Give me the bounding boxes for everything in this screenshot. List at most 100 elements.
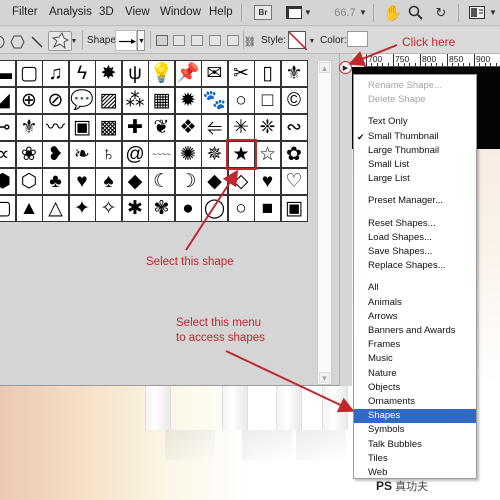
shape-thumbnail[interactable]: ♣	[42, 168, 69, 195]
shape-thumbnail[interactable]: ~~~~	[148, 141, 175, 168]
menu-item-reset-shapes[interactable]: Reset Shapes...	[354, 217, 476, 231]
shape-thumbnail[interactable]: ☽	[174, 168, 202, 195]
menu-item-preset-manager[interactable]: Preset Manager...	[354, 194, 476, 208]
shape-thumbnail[interactable]: ❥	[42, 141, 69, 168]
shape-thumbnail[interactable]: ϟ	[68, 60, 96, 87]
zoom-dropdown-icon[interactable]: ▼	[359, 4, 367, 21]
rotate-view-icon[interactable]: ↻	[432, 4, 450, 21]
shape-thumbnail[interactable]: ⊕	[15, 87, 43, 114]
screen-mode-icon[interactable]	[285, 4, 303, 21]
zoom-level[interactable]: 66.7	[330, 4, 360, 21]
shape-thumbnail[interactable]: ✦	[68, 195, 96, 222]
shape-thumbnail[interactable]: ▢	[15, 60, 43, 87]
shape-thumbnail[interactable]: ✸	[95, 60, 122, 87]
menu-window[interactable]: Window	[160, 6, 201, 18]
shape-thumbnail[interactable]: ◇	[227, 168, 255, 195]
menu-item-large-list[interactable]: Large List	[354, 172, 476, 186]
shape-thumbnail[interactable]: ▨	[95, 87, 122, 114]
custom-shape-tool-button[interactable]	[48, 31, 72, 51]
shape-thumbnail[interactable]: ▢	[0, 195, 16, 222]
menu-item-rename-shape[interactable]: Rename Shape...	[354, 79, 476, 93]
shape-thumbnail[interactable]: ▣	[68, 114, 96, 141]
shape-thumbnail[interactable]: ♡	[280, 168, 308, 195]
shape-thumbnail[interactable]: ⊘	[42, 87, 69, 114]
shape-thumbnail[interactable]: ▦	[148, 87, 175, 114]
shape-thumbnail[interactable]: ▣	[280, 195, 308, 222]
shape-thumbnail[interactable]: ©	[280, 87, 308, 114]
shape-thumbnail[interactable]: 〰	[42, 114, 69, 141]
menu-item-shapes[interactable]: Shapes	[354, 409, 476, 424]
polygon-tool-icon[interactable]	[9, 33, 25, 50]
scroll-up-icon[interactable]: ▲	[319, 62, 330, 73]
menu-item-animals[interactable]: Animals	[354, 296, 476, 310]
menu-view[interactable]: View	[125, 6, 150, 18]
menu-item-delete-shape[interactable]: Delete Shape	[354, 93, 476, 107]
shape-preview[interactable]	[115, 30, 137, 51]
menu-item-objects[interactable]: Objects	[354, 381, 476, 395]
shape-thumbnail[interactable]: ❈	[254, 114, 281, 141]
shape-thumbnail[interactable]: ♥	[68, 168, 96, 195]
shape-thumbnail[interactable]: ψ	[121, 60, 149, 87]
shape-thumbnail[interactable]: ∝	[0, 141, 16, 168]
menu-item-small-list[interactable]: Small List	[354, 158, 476, 172]
shape-thumbnail[interactable]: ☾	[148, 168, 175, 195]
menu-item-frames[interactable]: Frames	[354, 338, 476, 352]
shape-thumbnail[interactable]: ●	[174, 195, 202, 222]
add-to-shape-area-button[interactable]	[173, 35, 185, 46]
shape-thumbnail[interactable]: ○	[227, 87, 255, 114]
shape-thumbnail[interactable]: ▬	[0, 60, 16, 87]
shape-picker-scrollbar[interactable]: ▲ ▼	[317, 60, 332, 385]
line-tool-icon[interactable]	[30, 33, 44, 50]
shape-thumbnail[interactable]: 💬	[68, 87, 96, 114]
exclude-overlapping-button[interactable]	[227, 35, 239, 46]
shape-thumbnail[interactable]: ✵	[201, 141, 228, 168]
shape-thumbnail[interactable]: ⥢	[201, 114, 228, 141]
shape-thumbnail[interactable]: ✹	[174, 87, 202, 114]
shape-thumbnail[interactable]: ◢	[0, 87, 16, 114]
shape-thumbnail[interactable]: ✾	[148, 195, 175, 222]
shape-thumbnail[interactable]: ▯	[254, 60, 281, 87]
shape-thumbnail[interactable]: ♫	[42, 60, 69, 87]
shape-thumbnail[interactable]: ▩	[95, 114, 122, 141]
menu-item-symbols[interactable]: Symbols	[354, 423, 476, 437]
menu-3d[interactable]: 3D	[99, 6, 114, 18]
bridge-icon[interactable]: Br	[254, 5, 272, 20]
arrange-dropdown-icon[interactable]: ▼	[489, 4, 497, 21]
shape-thumbnail[interactable]: ♥	[254, 168, 281, 195]
shape-thumbnail[interactable]: ○	[227, 195, 255, 222]
scroll-down-icon[interactable]: ▼	[319, 372, 330, 383]
shape-thumbnail[interactable]: ⚜	[280, 60, 308, 87]
shape-thumbnail[interactable]: ◆	[121, 168, 149, 195]
shape-thumbnail[interactable]: ⊸	[0, 114, 16, 141]
link-icon[interactable]: ⛓	[244, 34, 257, 51]
shape-thumbnail[interactable]: 💡	[148, 60, 175, 87]
menu-item-talk-bubbles[interactable]: Talk Bubbles	[354, 438, 476, 452]
intersect-shape-areas-button[interactable]	[209, 35, 221, 46]
menu-analysis[interactable]: Analysis	[49, 6, 92, 18]
shape-thumbnail[interactable]: ❀	[15, 141, 43, 168]
subtract-from-shape-area-button[interactable]	[191, 35, 203, 46]
shape-thumbnail[interactable]: △	[42, 195, 69, 222]
shape-thumbnail[interactable]: ⁂	[121, 87, 149, 114]
shape-thumbnail[interactable]: ✉	[201, 60, 228, 87]
color-swatch[interactable]	[347, 31, 368, 47]
menu-item-arrows[interactable]: Arrows	[354, 310, 476, 324]
shape-thumbnail[interactable]: ■	[254, 195, 281, 222]
shape-thumbnail[interactable]: ⬡	[15, 168, 43, 195]
menu-item-large-thumbnail[interactable]: Large Thumbnail	[354, 144, 476, 158]
new-shape-layer-button[interactable]	[156, 35, 168, 46]
shape-thumbnail[interactable]: ✱	[121, 195, 149, 222]
custom-shape-dropdown-icon[interactable]: ▼	[70, 33, 78, 50]
menu-help[interactable]: Help	[209, 6, 233, 18]
shape-thumbnail[interactable]: ❖	[174, 114, 202, 141]
shape-thumbnail[interactable]: ◆	[201, 168, 228, 195]
style-swatch[interactable]	[288, 31, 308, 51]
shape-thumbnail[interactable]: ⬢	[0, 168, 16, 195]
shape-thumbnail[interactable]: ⚜	[15, 114, 43, 141]
shape-thumbnail[interactable]: ▲	[15, 195, 43, 222]
menu-item-banners-and-awards[interactable]: Banners and Awards	[354, 324, 476, 338]
shape-thumbnail-selected[interactable]: ★	[225, 139, 257, 170]
arrange-documents-icon[interactable]	[468, 4, 486, 21]
ellipse-tool-icon[interactable]	[0, 33, 6, 50]
shape-thumbnail[interactable]: ◯	[201, 195, 228, 222]
